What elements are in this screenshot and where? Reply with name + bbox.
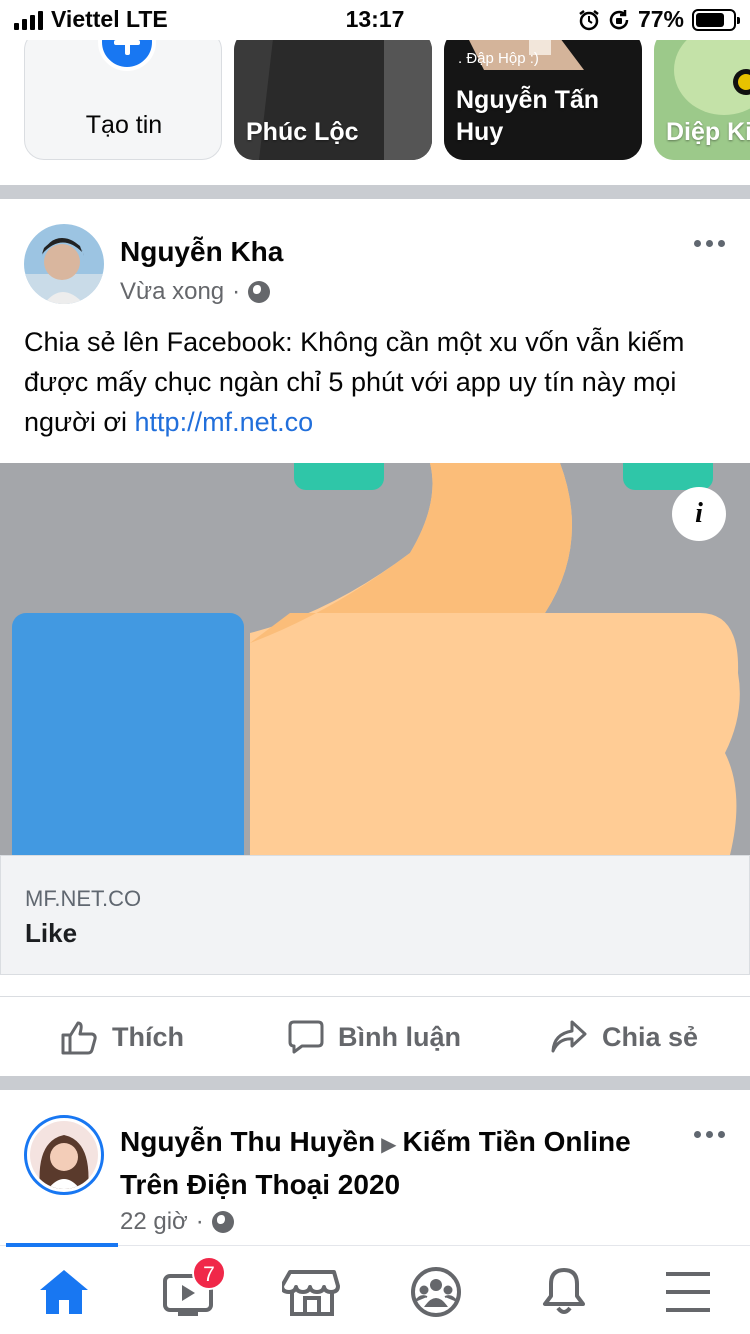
- globe-icon: [248, 281, 271, 303]
- story-overlay-text: . Đập Hộp :): [458, 50, 539, 67]
- post-actions: Thích Bình luận Chia sẻ: [0, 996, 750, 1076]
- story-card[interactable]: Diệp Ki: [654, 40, 750, 160]
- link-preview-image[interactable]: i: [0, 463, 750, 855]
- create-story-card[interactable]: Tạo tin: [24, 40, 222, 160]
- post-time: Vừa xong: [120, 278, 225, 305]
- comment-button[interactable]: Bình luận: [288, 997, 461, 1077]
- avatar[interactable]: [24, 224, 104, 304]
- bottom-nav: 7: [0, 1243, 750, 1334]
- home-icon[interactable]: [34, 1266, 94, 1318]
- notifications-icon[interactable]: [534, 1266, 594, 1318]
- more-options-icon[interactable]: [694, 240, 725, 247]
- more-options-icon[interactable]: [694, 1131, 725, 1138]
- post-author[interactable]: Nguyễn Thu Huyền: [120, 1126, 375, 1157]
- plus-icon: [98, 40, 156, 71]
- comment-icon: [288, 1020, 324, 1054]
- info-icon[interactable]: i: [672, 487, 726, 541]
- post-link[interactable]: http://mf.net.co: [135, 407, 314, 437]
- status-bar: Viettel LTE 13:17 77%: [0, 0, 750, 40]
- active-tab-indicator: [6, 1243, 118, 1247]
- marketplace-icon[interactable]: [280, 1266, 342, 1318]
- alarm-icon: [579, 9, 599, 30]
- menu-icon[interactable]: [658, 1266, 718, 1318]
- arrow-icon: ▶: [381, 1134, 397, 1156]
- meta-separator: ·: [232, 278, 241, 305]
- story-label: Phúc Lộc: [246, 118, 359, 146]
- facebook-feed-screen: Viettel LTE 13:17 77% Tạo tin Phúc Lộc .…: [0, 0, 750, 1334]
- meta-separator: ·: [195, 1208, 204, 1235]
- share-icon: [551, 1020, 587, 1053]
- share-label: Chia sẻ: [602, 1021, 699, 1052]
- video-notification-badge: 7: [192, 1256, 226, 1290]
- link-title: Like: [25, 918, 78, 948]
- post-header: Nguyễn Thu Huyền ▶ Kiếm Tiền Online Trên Đ…: [120, 1122, 680, 1205]
- post-time: 22 giờ: [120, 1208, 188, 1235]
- story-label: Diệp Ki: [666, 118, 750, 146]
- battery-percent: 77%: [637, 6, 684, 32]
- like-button[interactable]: Thích: [60, 997, 184, 1077]
- post-author[interactable]: Nguyễn Kha: [120, 236, 283, 268]
- post-body: Chia sẻ lên Facebook: Không cần một xu v…: [24, 327, 685, 437]
- story-card[interactable]: Phúc Lộc: [234, 40, 432, 160]
- battery-icon: [692, 8, 740, 31]
- post-meta: Vừa xong ·: [120, 278, 271, 306]
- section-divider: [0, 185, 750, 199]
- link-preview-box[interactable]: MF.NET.CO Like: [0, 855, 750, 975]
- post-text: Chia sẻ lên Facebook: Không cần một xu v…: [24, 322, 734, 442]
- story-label: Nguyễn Tấn Huy: [456, 86, 600, 146]
- thumbs-up-image: [0, 463, 750, 855]
- link-domain: MF.NET.CO: [25, 886, 142, 911]
- groups-icon[interactable]: [406, 1266, 466, 1318]
- comment-label: Bình luận: [338, 1021, 461, 1052]
- rotation-lock-icon: [609, 9, 629, 29]
- share-button[interactable]: Chia sẻ: [550, 997, 698, 1077]
- avatar[interactable]: [24, 1115, 104, 1195]
- like-label: Thích: [112, 1021, 184, 1052]
- story-card[interactable]: . Đập Hộp :) Nguyễn Tấn Huy: [444, 40, 642, 160]
- section-divider: [0, 1076, 750, 1090]
- story-label: Tạo tin: [85, 111, 163, 139]
- post-meta: 22 giờ ·: [120, 1208, 234, 1236]
- stories-row: Tạo tin Phúc Lộc . Đập Hộp :) Nguyễn Tấn…: [0, 40, 750, 185]
- globe-icon: [211, 1211, 234, 1233]
- thumbs-up-icon: [61, 1021, 97, 1055]
